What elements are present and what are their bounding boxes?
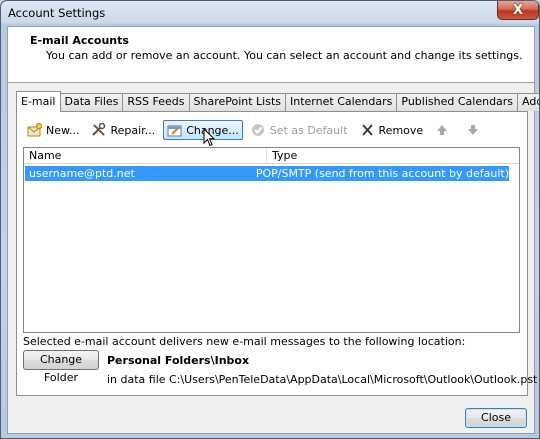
delivery-folder-name: Personal Folders\Inbox <box>107 354 250 367</box>
tab-strip: E-mail Data Files RSS Feeds SharePoint L… <box>16 91 539 112</box>
account-name: username@ptd.net <box>29 167 135 180</box>
tab-sharepoint-lists[interactable]: SharePoint Lists <box>189 93 287 111</box>
arrow-down-icon <box>466 123 482 137</box>
list-header: Name Type <box>24 148 519 164</box>
new-label: New... <box>46 123 80 137</box>
email-tab-panel: New... Repair... Change... Set as Defaul… <box>16 111 537 396</box>
repair-button[interactable]: Repair... <box>87 120 159 140</box>
account-list[interactable]: Name Type username@ptd.net POP/SMTP (sen… <box>23 147 520 333</box>
tab-published-calendars[interactable]: Published Calendars <box>397 93 519 111</box>
account-toolbar: New... Repair... Change... Set as Defaul… <box>23 120 493 140</box>
dialog-client: E-mail Accounts You can add or remove an… <box>7 26 539 434</box>
column-header-type[interactable]: Type <box>267 148 519 163</box>
window-title: Account Settings <box>8 6 106 20</box>
repair-icon <box>91 123 107 137</box>
tab-data-files[interactable]: Data Files <box>60 93 124 111</box>
move-down-button[interactable] <box>462 120 489 140</box>
remove-button[interactable]: Remove <box>356 120 428 140</box>
arrow-up-icon <box>435 123 451 137</box>
new-button[interactable]: New... <box>23 120 83 140</box>
tab-rss-feeds[interactable]: RSS Feeds <box>123 93 190 111</box>
checkmark-icon <box>251 123 267 137</box>
header-title: E-mail Accounts <box>30 34 129 47</box>
tab-internet-calendars[interactable]: Internet Calendars <box>286 93 398 111</box>
close-button[interactable]: Close <box>465 408 527 428</box>
set-as-default-label: Set as Default <box>269 123 348 137</box>
change-folder-button[interactable]: Change Folder <box>23 350 99 384</box>
delivery-description: Selected e-mail account delivers new e-m… <box>23 335 466 348</box>
tab-email[interactable]: E-mail <box>16 91 61 112</box>
header-panel: E-mail Accounts You can add or remove an… <box>8 27 534 83</box>
column-header-name[interactable]: Name <box>24 148 267 163</box>
account-type: POP/SMTP (send from this account by defa… <box>255 167 509 180</box>
close-icon: X <box>512 2 524 18</box>
set-as-default-button[interactable]: Set as Default <box>247 120 352 140</box>
mouse-cursor-icon <box>203 128 215 147</box>
remove-label: Remove <box>378 123 424 137</box>
window-close-button[interactable]: X <box>497 1 539 20</box>
new-account-icon <box>27 123 43 137</box>
title-bar[interactable]: Account Settings X <box>1 1 539 26</box>
delivery-data-file: in data file C:\Users\PenTeleData\AppDat… <box>107 373 538 386</box>
move-up-button[interactable] <box>431 120 458 140</box>
change-icon <box>167 123 183 137</box>
repair-label: Repair... <box>110 123 156 137</box>
tab-address-books[interactable]: Address Books <box>518 93 539 111</box>
header-description: You can add or remove an account. You ca… <box>46 49 523 62</box>
remove-x-icon <box>360 123 376 137</box>
account-settings-window: Account Settings X E-mail Accounts You c… <box>0 0 540 439</box>
list-item[interactable]: username@ptd.net POP/SMTP (send from thi… <box>25 166 509 181</box>
